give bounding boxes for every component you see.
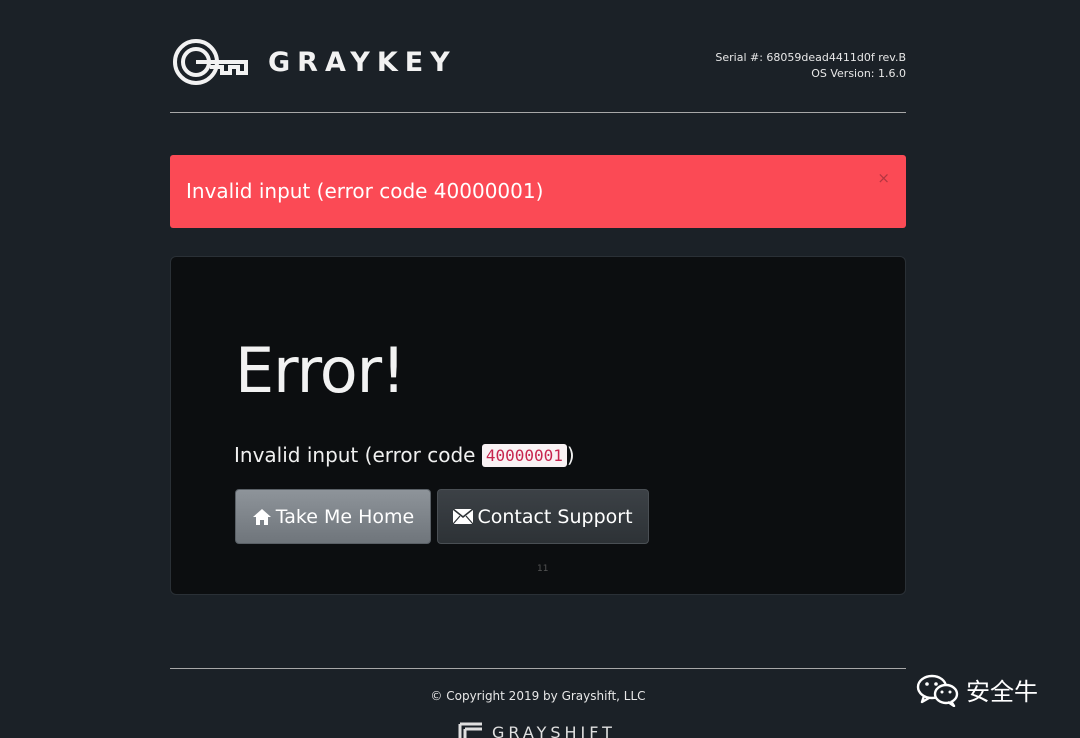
take-me-home-label: Take Me Home [275, 505, 415, 528]
key-logo-icon [173, 39, 248, 85]
alert-message: Invalid input (error code 40000001) [186, 179, 544, 203]
error-panel: Error! Invalid input (error code 4000000… [170, 256, 906, 595]
graykey-logo[interactable]: GRAYKEY [172, 38, 457, 86]
contact-support-button[interactable]: Contact Support [437, 489, 649, 544]
grayshift-brand: GRAYSHIFT [492, 722, 616, 738]
page-title: Error! [235, 334, 406, 407]
wechat-watermark: 安全牛 [916, 672, 1038, 707]
grayshift-logo-icon [458, 722, 482, 738]
error-code: 40000001 [481, 444, 567, 467]
error-message: Invalid input (error code 40000001) [234, 443, 575, 467]
copyright-text: © Copyright 2019 by Grayshift, LLC [430, 689, 646, 703]
serial-number: Serial #: 68059dead4411d0f rev.B [715, 51, 906, 64]
contact-support-label: Contact Support [477, 505, 633, 528]
take-me-home-button[interactable]: Take Me Home [235, 489, 431, 544]
error-message-suffix: ) [566, 443, 575, 467]
os-version: OS Version: 1.6.0 [811, 67, 906, 80]
close-icon[interactable]: × [877, 169, 890, 187]
home-icon [252, 508, 272, 526]
error-message-prefix: Invalid input (error code [234, 443, 482, 467]
envelope-icon [453, 509, 474, 524]
wechat-icon [916, 674, 959, 707]
grayshift-logo: GRAYSHIFT [458, 722, 616, 738]
graykey-error-page: GRAYKEY Serial #: 68059dead4411d0f rev.B… [0, 0, 1080, 738]
header-divider [170, 112, 906, 113]
watermark-text: 安全牛 [966, 678, 1038, 706]
error-alert: Invalid input (error code 40000001) × [170, 155, 906, 228]
panel-marker: 11 [537, 564, 549, 574]
brand-name: GRAYKEY [268, 46, 457, 78]
footer-divider [170, 668, 906, 669]
device-info: Serial #: 68059dead4411d0f rev.B OS Vers… [715, 50, 906, 82]
